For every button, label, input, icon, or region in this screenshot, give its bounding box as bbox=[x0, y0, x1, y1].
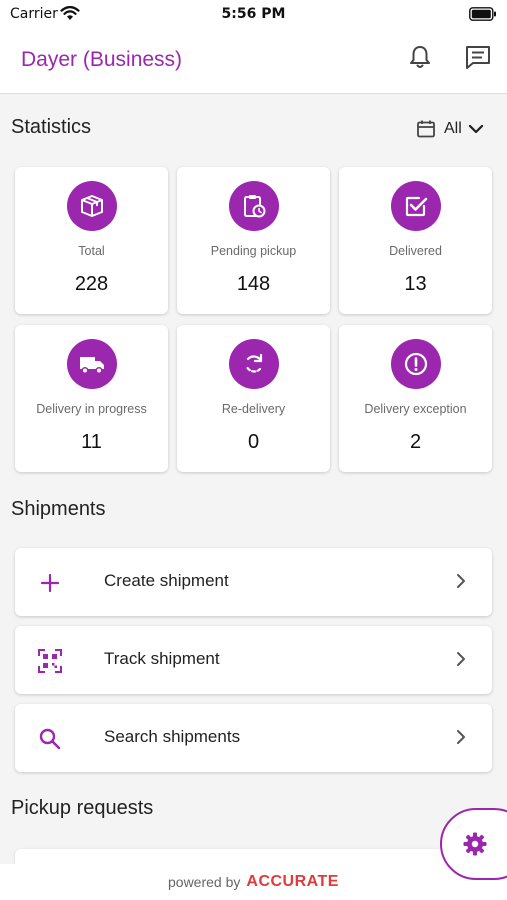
clipboard-clock-icon bbox=[244, 195, 266, 218]
stat-card-pending-pickup[interactable]: Pending pickup 148 bbox=[177, 167, 330, 314]
stat-value: 228 bbox=[74, 273, 109, 295]
clock: 5:56 PM bbox=[221, 6, 286, 22]
stat-value: 2 bbox=[409, 431, 422, 453]
alert-circle-icon bbox=[404, 352, 428, 376]
refresh-icon bbox=[245, 353, 263, 373]
battery-icon bbox=[469, 7, 496, 21]
stat-icon-circle bbox=[391, 339, 441, 389]
stat-value: 13 bbox=[404, 273, 427, 295]
create-shipment-button[interactable]: Create shipment bbox=[15, 548, 492, 616]
track-shipment-label: Track shipment bbox=[104, 649, 220, 668]
stat-card-delivery-in-progress[interactable]: Delivery in progress 11 bbox=[15, 325, 168, 472]
stat-icon-circle bbox=[391, 181, 441, 231]
status-bar: Carrier 5:56 PM bbox=[0, 0, 507, 28]
stat-label: Delivery in progress bbox=[36, 402, 147, 416]
notifications-button[interactable] bbox=[405, 42, 435, 72]
stat-label: Delivery exception bbox=[364, 402, 467, 416]
settings-button[interactable] bbox=[440, 808, 507, 880]
stat-icon-circle bbox=[229, 339, 279, 389]
check-square-icon bbox=[405, 196, 428, 217]
track-shipment-button[interactable]: Track shipment bbox=[15, 626, 492, 694]
truck-icon bbox=[80, 357, 104, 375]
search-shipments-button[interactable]: Search shipments bbox=[15, 704, 492, 772]
stat-label: Re-delivery bbox=[221, 402, 286, 416]
gear-icon bbox=[463, 832, 487, 856]
stat-icon-circle bbox=[67, 181, 117, 231]
shipments-title: Shipments bbox=[11, 498, 106, 520]
chevron-right-icon bbox=[457, 652, 465, 666]
app-header: Dayer (Business) bbox=[0, 28, 507, 94]
stat-value: 11 bbox=[81, 431, 102, 453]
pickup-requests-title: Pickup requests bbox=[11, 797, 154, 819]
messages-button[interactable] bbox=[462, 42, 494, 72]
search-icon bbox=[39, 728, 61, 750]
stat-card-re-delivery[interactable]: Re-delivery 0 bbox=[177, 325, 330, 472]
stat-card-total[interactable]: Total 228 bbox=[15, 167, 168, 314]
stat-value: 0 bbox=[247, 431, 260, 453]
search-shipments-label: Search shipments bbox=[104, 727, 241, 746]
footer: powered by ACCURATE bbox=[0, 864, 507, 900]
stat-label: Pending pickup bbox=[210, 244, 297, 258]
chevron-right-icon bbox=[457, 574, 465, 588]
stat-card-delivered[interactable]: Delivered 13 bbox=[339, 167, 492, 314]
stat-card-delivery-exception[interactable]: Delivery exception 2 bbox=[339, 325, 492, 472]
stat-icon-circle bbox=[67, 339, 117, 389]
stat-value: 148 bbox=[236, 273, 271, 295]
qr-scan-icon bbox=[38, 649, 62, 673]
create-shipment-label: Create shipment bbox=[104, 571, 229, 590]
page-title: Dayer (Business) bbox=[21, 48, 183, 71]
chevron-right-icon bbox=[457, 730, 465, 744]
powered-by-text: powered by bbox=[168, 874, 241, 890]
plus-icon bbox=[40, 573, 60, 593]
calendar-icon bbox=[417, 120, 435, 138]
stat-label: Total bbox=[78, 244, 105, 258]
stat-icon-circle bbox=[229, 181, 279, 231]
filter-label: All bbox=[444, 120, 462, 137]
message-icon bbox=[466, 46, 490, 69]
bell-icon bbox=[410, 46, 430, 68]
statistics-title: Statistics bbox=[11, 116, 92, 138]
chevron-down-icon bbox=[468, 124, 483, 134]
accurate-logo: ACCURATE bbox=[246, 873, 339, 890]
statistics-filter-dropdown[interactable]: All bbox=[416, 117, 484, 141]
stat-label: Delivered bbox=[389, 244, 442, 258]
package-icon bbox=[81, 195, 103, 217]
